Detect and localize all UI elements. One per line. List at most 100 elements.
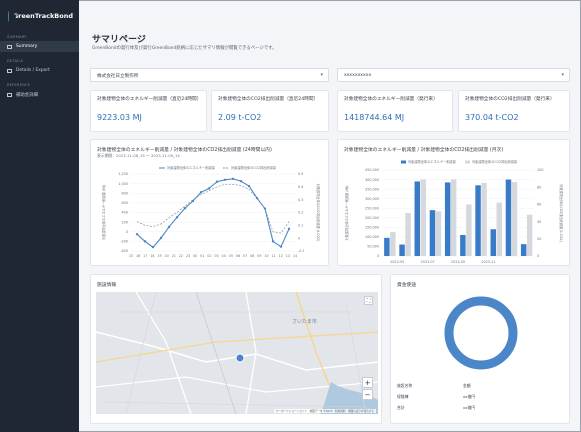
data-point [287,227,291,231]
data-point [223,178,227,181]
export-icon [7,68,12,73]
sidebar-item-subsidy[interactable]: 補助金詳細 [0,89,79,100]
sidebar-item-label: 補助金詳細 [16,92,38,98]
y-axis-label: 対象建物全体のエネルギー削減量 (MJ) [101,185,106,240]
logo-text: GreenTrackBond [12,12,73,20]
x-tick-label: 09 [257,254,261,258]
y-tick-label: 400,000 [365,178,379,182]
fund-ring-chart [444,296,518,370]
x-tick-label: 08 [250,254,254,258]
y2-tick-label: 100 [537,168,543,172]
sidebar: GreenTrackBond SUMMARY Summary DETAILS D… [0,0,79,432]
bar-energy [399,244,405,256]
y2-tick-label: 0 [537,254,539,258]
bond-select[interactable]: xxxxxxxxxx ▾ [337,68,570,82]
y-tick-label: 300,000 [365,197,379,201]
sidebar-section-reference: REFERENCE [7,83,31,87]
kpi-card-co2-total: 対象建物全体のCO2排出削減量（発行来） 370.04 t-CO2 [458,90,570,132]
x-tick-label: 04 [222,254,226,258]
data-point [167,225,171,229]
list-icon [7,92,12,97]
sidebar-item-summary[interactable]: Summary [0,41,79,52]
kpi-label: 対象建物全体のCO2排出削減量（直近24時間） [218,97,319,102]
chart-card-24h: 対象建物全体のエネルギー削減量 / 対象建物全体のCO2排出削減量 (24時間以… [90,139,329,266]
app-logo[interactable]: GreenTrackBond [0,0,79,24]
map-card: 施設情報 さいたま市 ⛶ + − キーボードショートカット 地図データ ©202… [90,274,382,424]
bar-energy [520,244,527,256]
logo-icon [8,10,15,22]
y-tick-label: -200 [120,240,128,244]
x-tick-label: 21 [172,254,176,258]
main-content: サマリページ GreenBondの発行体及び発行GreenBond銘柄に応じたサ… [79,0,581,432]
map-city-label: さいたま市 [292,319,317,325]
kpi-card-co2-24h: 対象建物全体のCO2排出削減量（直近24時間） 2.09 t-CO2 [211,90,329,132]
data-point [143,240,147,243]
bar-energy [505,179,512,256]
y-tick-label: 1,200 [118,172,128,176]
bar-energy [490,229,496,256]
x-tick-label: 00 [193,254,197,258]
data-point [159,236,163,240]
chevron-down-icon: ▾ [561,72,564,78]
bond-select-value: xxxxxxxxxx [344,73,372,78]
zoom-out-button[interactable]: − [362,389,373,400]
y2-tick-label: 0.2 [298,211,303,215]
sidebar-section-details: DETAILS [7,59,24,63]
x-tick-label: 13 [286,254,290,258]
bar-co2 [496,202,502,256]
data-point [175,216,179,219]
y-tick-label: 400 [122,211,128,215]
y2-tick-label: 0.1 [298,224,303,228]
bar-co2 [511,182,518,256]
y-tick-label: 450,000 [365,168,379,172]
legend-label: 対象建物全体のCO2排出削減量 [231,165,277,170]
fullscreen-button[interactable]: ⛶ [364,296,373,305]
sidebar-item-details-export[interactable]: Details / Export [0,65,79,76]
kpi-label: 対象建物全体のエネルギー削減量（発行来） [344,97,438,102]
kpi-value: 1418744.64 MJ [344,113,405,122]
document-icon [7,44,12,49]
y2-tick-label: 0 [298,236,300,240]
x-tick-label: 05 [229,254,233,258]
x-tick-label: 17 [143,254,147,258]
kpi-card-energy-total: 対象建物全体のエネルギー削減量（発行来） 1418744.64 MJ [337,90,453,132]
x-tick-label: 07 [243,254,247,258]
y-tick-label: 200 [122,220,128,224]
map-card-title: 施設情報 [97,283,117,288]
y-tick-label: 200,000 [365,216,379,220]
bar-energy [475,185,481,256]
data-point [279,245,283,248]
sidebar-section-summary: SUMMARY [7,35,27,39]
sidebar-item-label: Details / Export [16,68,50,73]
bar-co2 [405,213,411,256]
series-line [136,183,290,234]
x-tick-label: 2023-05 [390,260,404,264]
y2-tick-label: -0.1 [298,249,305,253]
data-point [183,206,187,210]
data-point [271,240,275,243]
fund-card: 資金使途 施設名称 金額 保険棟 xx億円 合計 xx億円 [390,274,570,424]
legend-label: 対象建物全体のエネルギー削減量 [167,165,216,170]
x-tick-label: 22 [179,254,183,258]
x-tick-label: 18 [150,254,154,258]
x-tick-label: 06 [236,254,240,258]
company-select[interactable]: 株式会社日立製作所 ▾ [90,68,329,82]
x-tick-label: 03 [214,254,218,258]
data-point [151,245,155,249]
map-view[interactable]: さいたま市 ⛶ + − キーボードショートカット 地図データ ©2023 利用規… [96,292,378,414]
y2-tick-label: 20 [537,237,541,241]
y-tick-label: 250,000 [365,206,379,210]
x-tick-label: 16 [136,254,140,258]
x-tick-label: 20 [164,254,168,258]
legend-swatch [401,160,406,164]
legend-swatch [465,160,470,164]
location-marker-icon [235,353,245,363]
x-tick-label: 2023-11 [481,260,495,264]
x-tick-label: 23 [186,254,190,258]
zoom-in-button[interactable]: + [362,377,373,388]
page-title: サマリページ [92,35,146,45]
legend-label: 対象建物全体のCO2排出削減量 [472,159,518,164]
y-tick-label: 150,000 [365,226,379,230]
fund-header-name: 施設名称 [397,383,413,388]
y2-tick-label: 60 [537,203,541,207]
